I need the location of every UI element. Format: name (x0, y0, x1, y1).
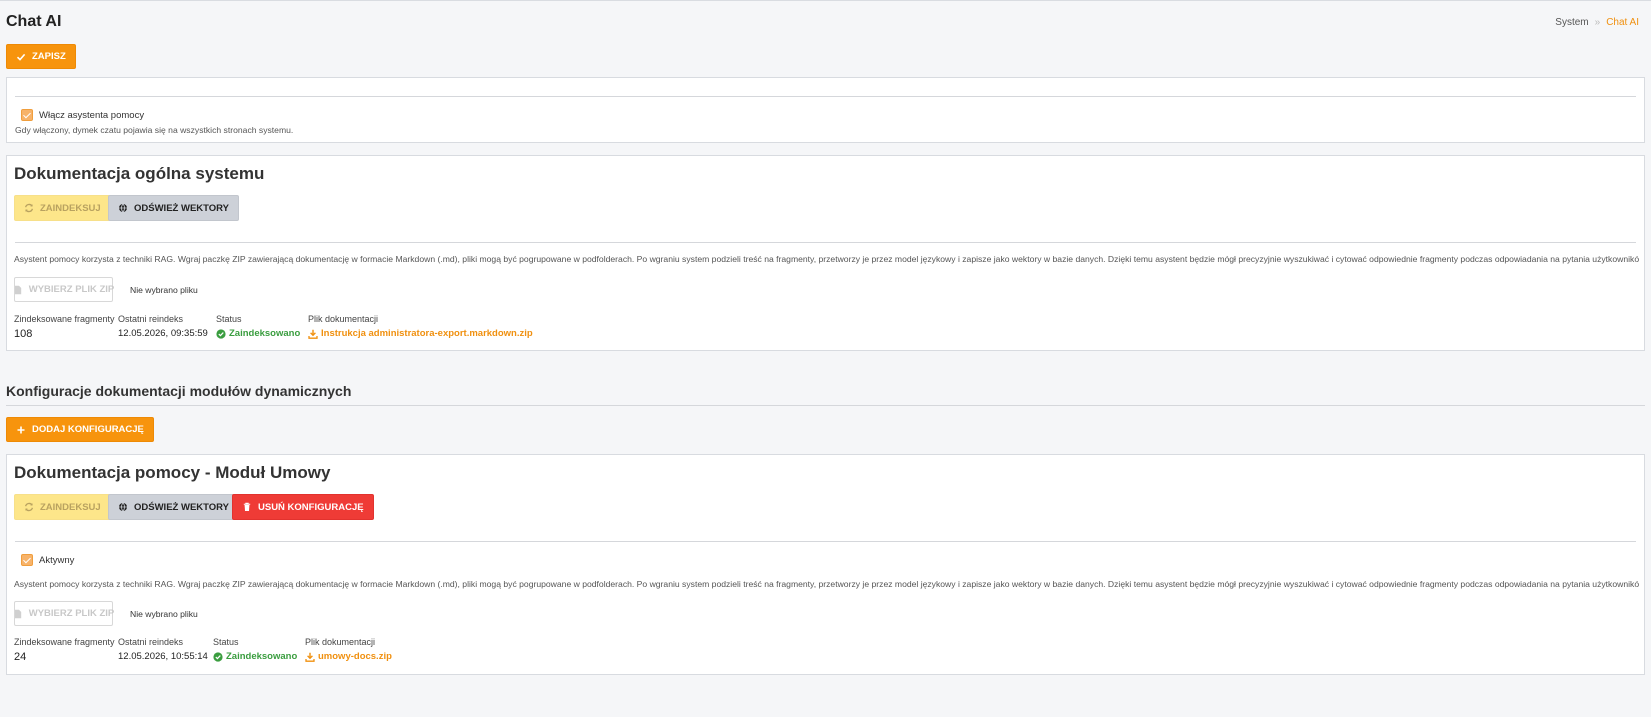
stat-fragments-value: 108 (14, 328, 33, 340)
add-configuration-label: DODAJ KONFIGURACJĘ (32, 424, 144, 435)
breadcrumb-item-system[interactable]: System (1555, 17, 1588, 28)
index-button-label: ZAINDEKSUJ (40, 202, 101, 214)
file-icon (14, 285, 21, 294)
save-button-label: ZAPISZ (32, 51, 66, 62)
stat-reindex-value: 12.05.2026, 10:55:14 (118, 651, 208, 662)
active-label: Aktywny (39, 554, 75, 566)
stat-fragments-label: Zindeksowane fragmenty (14, 314, 115, 324)
stat-status-label: Status (216, 314, 242, 324)
breadcrumb: System » Chat AI (1555, 17, 1639, 28)
download-icon (308, 329, 318, 339)
index-button[interactable]: ZAINDEKSUJ (14, 195, 111, 221)
module-config-description: Asystent pomocy korzysta z techniki RAG.… (14, 579, 1639, 589)
add-configuration-button[interactable]: DODAJ KONFIGURACJĘ (6, 417, 154, 442)
status-badge: Zaindeksowano (213, 651, 297, 662)
module-config-title: Dokumentacja pomocy - Moduł Umowy (14, 463, 331, 482)
stat-file-label: Plik dokumentacji (305, 637, 376, 647)
divider (15, 96, 1636, 97)
choose-zip-label: WYBIERZ PLIK ZIP (28, 284, 115, 295)
index-button-label: ZAINDEKSUJ (40, 501, 101, 513)
active-checkbox[interactable] (21, 554, 33, 566)
stat-file: Plik dokumentacji umowy-docs.zip (305, 637, 392, 667)
sync-icon (24, 502, 34, 512)
breadcrumb-separator-icon: » (1594, 17, 1601, 28)
stat-fragments: Zindeksowane fragmenty 24 (14, 637, 115, 663)
download-file-name: umowy-docs.zip (318, 651, 392, 662)
stat-fragments: Zindeksowane fragmenty 108 (14, 314, 115, 340)
check-circle-icon (216, 328, 226, 339)
choose-zip-button[interactable]: WYBIERZ PLIK ZIP (14, 601, 115, 626)
download-file-name: Instrukcja administratora-export.markdow… (321, 328, 533, 339)
stat-status: Status Zaindeksowano (213, 637, 297, 667)
globe-icon (119, 502, 127, 512)
download-file-link[interactable]: Instrukcja administratora-export.markdow… (308, 328, 533, 339)
divider (15, 242, 1636, 243)
assistant-settings-panel: Włącz asystenta pomocy Gdy włączony, dym… (6, 77, 1645, 143)
stat-reindex-label: Ostatni reindeks (118, 637, 184, 647)
stat-status-label: Status (213, 637, 239, 647)
plus-icon (17, 426, 25, 433)
general-doc-description: Asystent pomocy korzysta z techniki RAG.… (14, 254, 1639, 264)
download-file-link[interactable]: umowy-docs.zip (305, 651, 392, 662)
stat-file-label: Plik dokumentacji (308, 314, 379, 324)
refresh-vectors-button[interactable]: ODŚWIEŻ WEKTORY (108, 494, 239, 520)
globe-icon (119, 203, 127, 213)
divider (15, 541, 1636, 542)
stat-reindex-label: Ostatni reindeks (118, 314, 184, 324)
index-button[interactable]: ZAINDEKSUJ (14, 494, 111, 520)
stat-fragments-value: 24 (14, 651, 27, 663)
refresh-vectors-label: ODŚWIEŻ WEKTORY (134, 501, 229, 513)
enable-assistant-label: Włącz asystenta pomocy (39, 109, 145, 121)
choose-zip-label: WYBIERZ PLIK ZIP (28, 608, 115, 619)
modules-section-title: Konfiguracje dokumentacji modułów dynami… (6, 383, 352, 399)
trash-icon (243, 502, 251, 511)
stat-reindex-value: 12.05.2026, 09:35:59 (118, 328, 208, 339)
save-button[interactable]: ZAPISZ (6, 44, 76, 69)
delete-configuration-label: USUŃ KONFIGURACJĘ (258, 501, 364, 513)
sync-icon (24, 203, 34, 213)
status-badge: Zaindeksowano (216, 328, 300, 339)
divider (6, 405, 1645, 406)
module-config-panel: Dokumentacja pomocy - Moduł Umowy ZAINDE… (6, 454, 1645, 675)
file-status: Nie wybrano pliku (130, 285, 198, 295)
stat-reindex: Ostatni reindeks 12.05.2026, 10:55:14 (118, 637, 208, 662)
breadcrumb-item-current: Chat AI (1606, 17, 1639, 28)
page-title: Chat AI (6, 13, 62, 30)
status-value: Zaindeksowano (226, 651, 298, 662)
choose-zip-button[interactable]: WYBIERZ PLIK ZIP (14, 277, 115, 302)
enable-assistant-checkbox[interactable] (21, 109, 33, 121)
general-doc-panel: Dokumentacja ogólna systemu ZAINDEKSUJ O… (6, 155, 1645, 351)
stat-file: Plik dokumentacji Instrukcja administrat… (308, 314, 533, 344)
refresh-vectors-button[interactable]: ODŚWIEŻ WEKTORY (108, 195, 239, 221)
download-icon (305, 652, 315, 662)
stat-status: Status Zaindeksowano (216, 314, 300, 344)
refresh-vectors-label: ODŚWIEŻ WEKTORY (134, 202, 229, 214)
file-icon (14, 609, 21, 618)
delete-configuration-button[interactable]: USUŃ KONFIGURACJĘ (232, 494, 374, 520)
status-value: Zaindeksowano (229, 328, 301, 339)
check-circle-icon (213, 651, 223, 662)
stat-fragments-label: Zindeksowane fragmenty (14, 637, 115, 647)
enable-assistant-hint: Gdy włączony, dymek czatu pojawia się na… (15, 125, 294, 135)
file-status: Nie wybrano pliku (130, 609, 198, 619)
stat-reindex: Ostatni reindeks 12.05.2026, 09:35:59 (118, 314, 208, 339)
general-doc-title: Dokumentacja ogólna systemu (14, 164, 265, 183)
check-icon (16, 53, 26, 61)
